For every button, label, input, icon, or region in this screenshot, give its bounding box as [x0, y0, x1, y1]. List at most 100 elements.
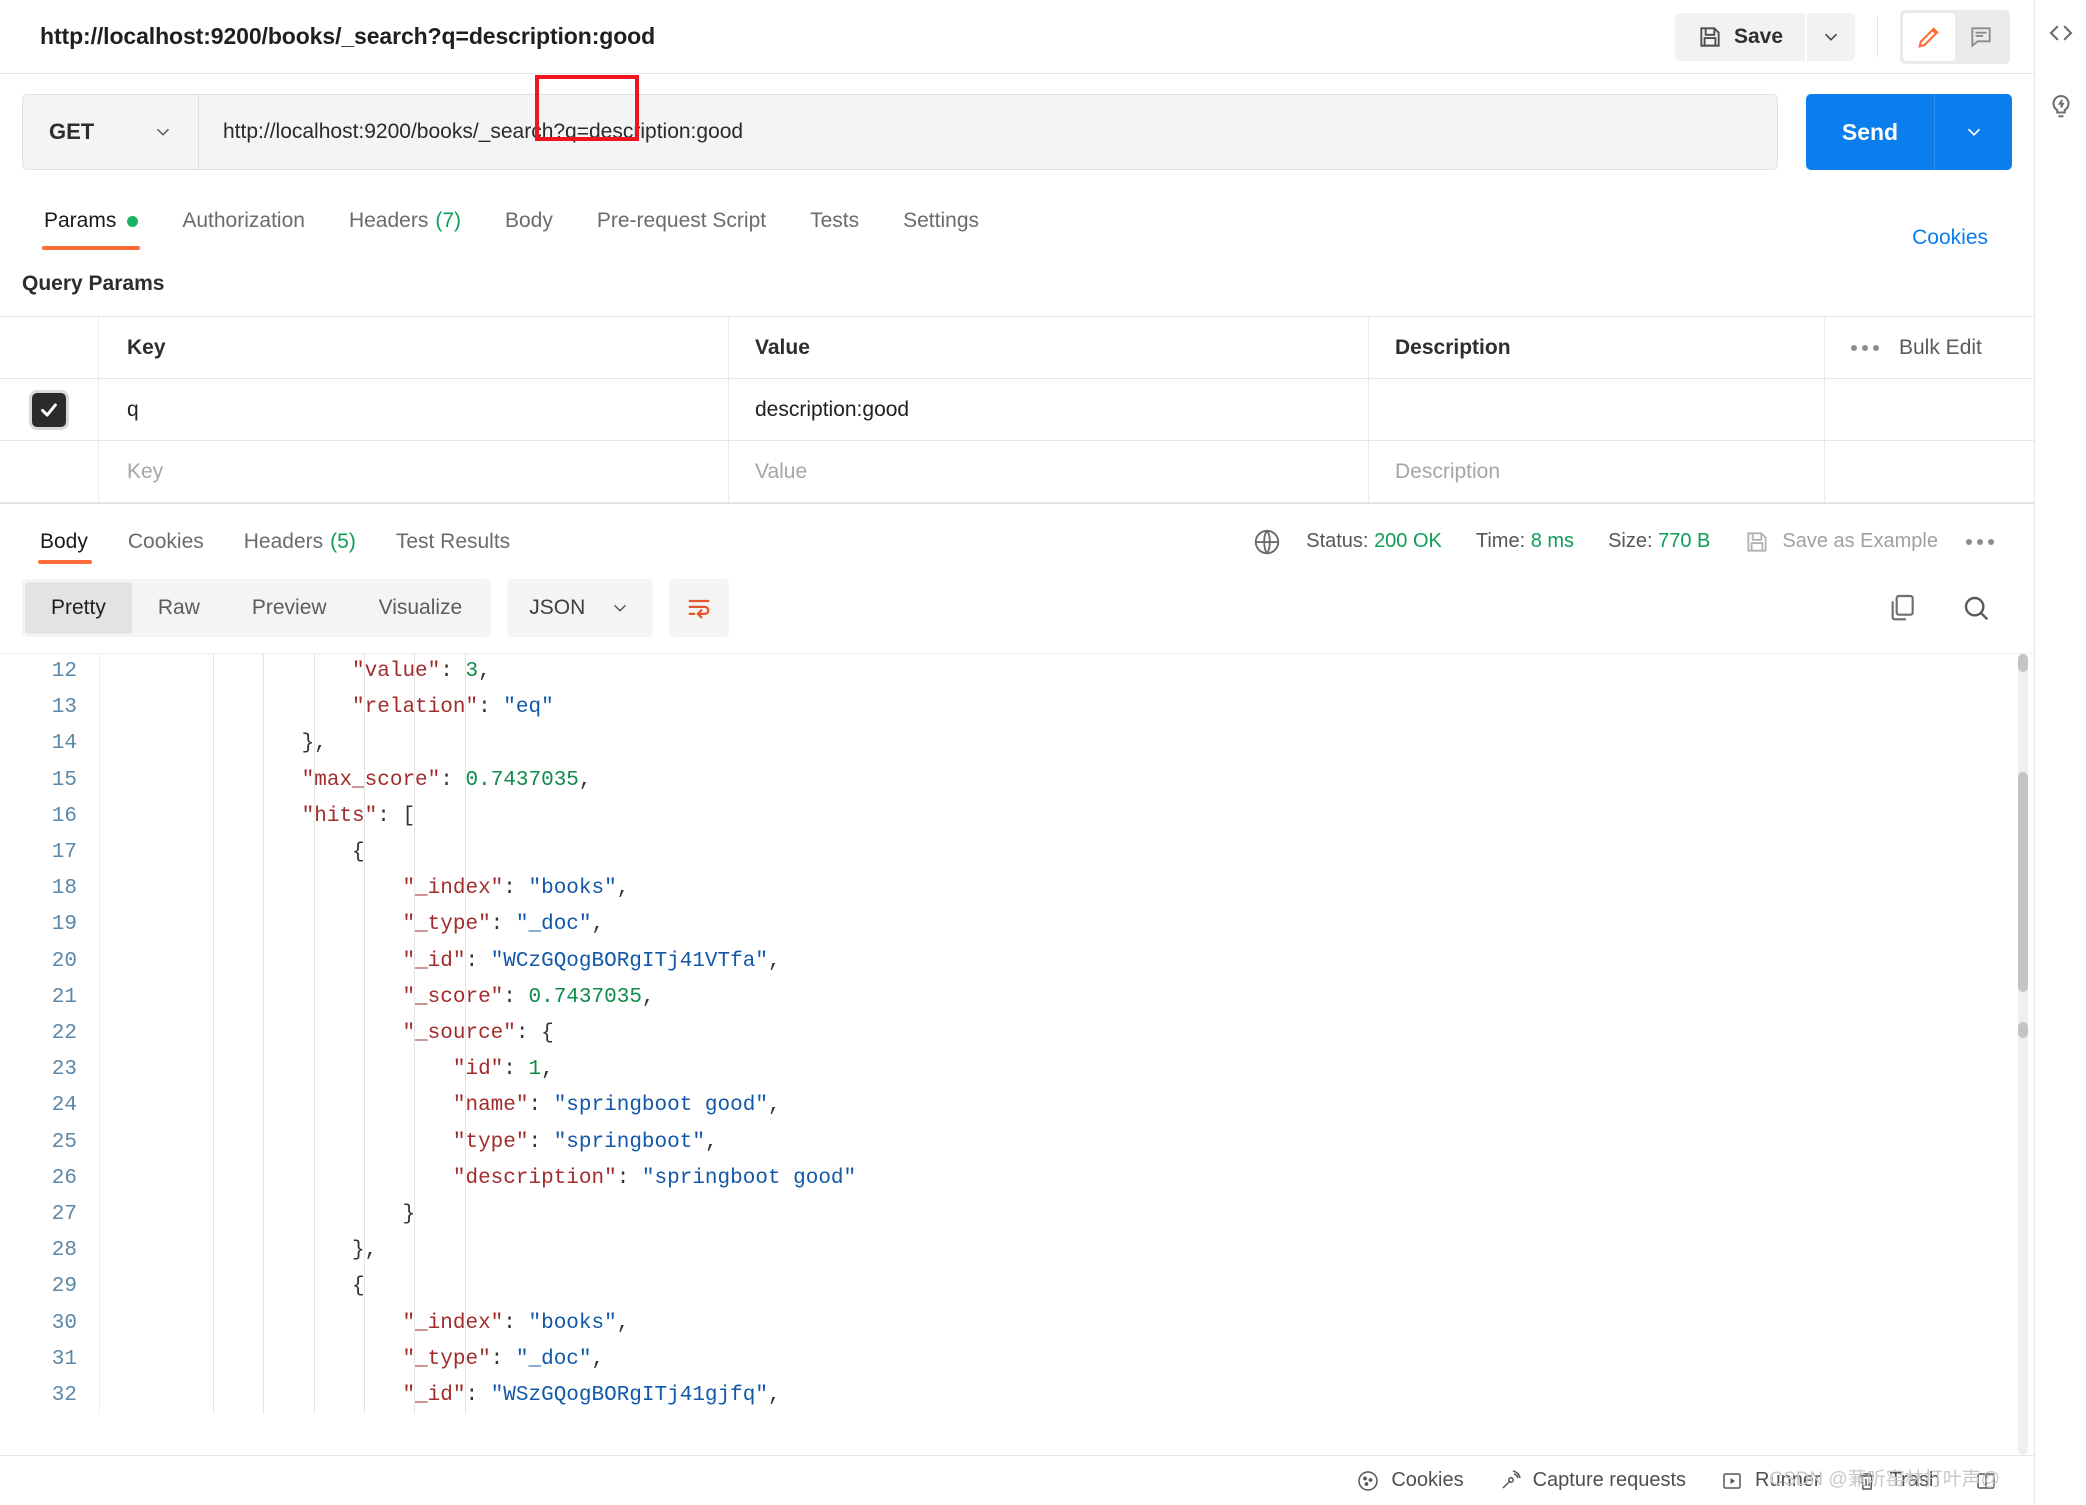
copy-button[interactable] — [1886, 592, 1918, 624]
tab-headers[interactable]: Headers (7) — [327, 192, 483, 250]
url-text: http://localhost:9200/books/_search?q=de… — [223, 120, 743, 144]
row-enabled-checkbox[interactable] — [32, 393, 66, 427]
row-description-input[interactable] — [1368, 379, 1824, 440]
trash-icon — [1855, 1469, 1879, 1493]
tab-headers-label: Headers — [349, 209, 428, 233]
search-icon[interactable] — [1960, 592, 1992, 624]
url-input[interactable]: http://localhost:9200/books/_search?q=de… — [198, 94, 1778, 170]
tab-headers-count: (7) — [435, 209, 461, 233]
view-mode-preview[interactable]: Preview — [226, 582, 353, 634]
edit-button[interactable] — [1903, 13, 1955, 61]
table-row-empty: Key Value Description — [0, 441, 2034, 503]
status-bar-capture-requests[interactable]: Capture requests — [1498, 1469, 1686, 1493]
save-options-button[interactable] — [1807, 13, 1855, 61]
chevron-down-icon — [609, 597, 631, 619]
save-as-example-button[interactable]: Save as Example — [1744, 529, 1938, 555]
status-label: Status: — [1306, 530, 1368, 552]
toolbar-divider — [1877, 17, 1878, 57]
status-bar-layout-button[interactable] — [1974, 1469, 1998, 1493]
http-method-label: GET — [49, 119, 94, 145]
row-checkbox-cell — [0, 379, 98, 440]
view-mode-visualize[interactable]: Visualize — [353, 582, 489, 634]
save-button-label: Save — [1734, 25, 1783, 49]
http-method-select[interactable]: GET — [22, 94, 198, 170]
tab-authorization[interactable]: Authorization — [160, 192, 327, 250]
status-bar-capture-requests-label: Capture requests — [1533, 1469, 1686, 1492]
table-header-row: Key Value Description Bulk Edit — [0, 317, 2034, 379]
bulk-edit-button[interactable]: Bulk Edit — [1899, 336, 1982, 360]
response-tab-cookies[interactable]: Cookies — [108, 504, 224, 580]
line-number: 27 — [0, 1197, 77, 1233]
lightbulb-button[interactable] — [2046, 90, 2076, 120]
response-more-ellipsis-icon[interactable] — [1966, 539, 1994, 545]
indent-guide — [314, 654, 315, 1414]
status-value: 200 OK — [1374, 530, 1442, 552]
empty-row-key-input[interactable]: Key — [98, 441, 728, 502]
code-line: "_source": { — [100, 1016, 2034, 1052]
tab-tests[interactable]: Tests — [788, 192, 881, 250]
row-value-input[interactable]: description:good — [728, 379, 1368, 440]
code-snippet-button[interactable] — [2046, 18, 2076, 48]
send-options-button[interactable] — [1934, 94, 2012, 170]
comment-button[interactable] — [1955, 13, 2007, 61]
send-button[interactable]: Send — [1806, 94, 1934, 170]
empty-row-actions-cell — [1824, 441, 2034, 502]
line-number: 19 — [0, 907, 77, 943]
request-cookies-link[interactable]: Cookies — [1912, 226, 2012, 250]
indent-guide — [465, 654, 466, 1414]
response-tab-body[interactable]: Body — [22, 504, 108, 580]
empty-row-description-input[interactable]: Description — [1368, 441, 1824, 502]
code-line: "_id": "WCzGQogBORgITj41VTfa", — [100, 944, 2034, 980]
floppy-disk-icon — [1744, 529, 1770, 555]
line-number: 30 — [0, 1306, 77, 1342]
request-tabs: Params Authorization Headers (7) Body Pr… — [0, 192, 2034, 250]
line-number: 29 — [0, 1269, 77, 1305]
line-number: 24 — [0, 1088, 77, 1124]
column-header-key: Key — [98, 317, 728, 378]
code-lines: "value": 3, "relation": "eq" }, "max_sco… — [100, 654, 2034, 1414]
url-bar: GET http://localhost:9200/books/_search?… — [0, 74, 2034, 192]
tab-body[interactable]: Body — [483, 192, 575, 250]
chevron-down-icon — [1963, 121, 1985, 143]
line-number: 32 — [0, 1378, 77, 1414]
response-tab-test-results[interactable]: Test Results — [376, 504, 530, 580]
code-line: "value": 3, — [100, 654, 2034, 690]
comment-icon — [1968, 24, 1994, 50]
tab-settings[interactable]: Settings — [881, 192, 1001, 250]
line-number: 12 — [0, 654, 77, 690]
ellipsis-icon[interactable] — [1851, 345, 1879, 351]
status-bar-trash[interactable]: Trash — [1855, 1469, 1940, 1493]
tab-params[interactable]: Params — [22, 192, 160, 250]
view-mode-pretty[interactable]: Pretty — [25, 582, 132, 634]
view-mode-raw[interactable]: Raw — [132, 582, 226, 634]
code-snippet-icon — [2046, 18, 2076, 48]
tab-pre-request-script[interactable]: Pre-request Script — [575, 192, 788, 250]
line-number: 15 — [0, 763, 77, 799]
save-button[interactable]: Save — [1675, 13, 1805, 61]
empty-row-value-input[interactable]: Value — [728, 441, 1368, 502]
response-tab-headers[interactable]: Headers (5) — [224, 504, 376, 580]
response-body-viewer[interactable]: 1213141516171819202122232425262728293031… — [0, 653, 2034, 1455]
code-line: "_score": 0.7437035, — [100, 980, 2034, 1016]
tab-tests-label: Tests — [810, 209, 859, 233]
word-wrap-icon — [685, 594, 713, 622]
play-box-icon — [1720, 1469, 1744, 1493]
row-key-input[interactable]: q — [98, 379, 728, 440]
save-as-example-label: Save as Example — [1782, 530, 1938, 553]
status-bar-runner[interactable]: Runner — [1720, 1469, 1821, 1493]
page-title: http://localhost:9200/books/_search?q=de… — [40, 23, 655, 50]
line-number: 17 — [0, 835, 77, 871]
code-scrollbar-thumb-3[interactable] — [2018, 1022, 2028, 1038]
title-bar: http://localhost:9200/books/_search?q=de… — [0, 0, 2034, 74]
time-badge: Time: 8 ms — [1476, 530, 1574, 553]
status-bar-cookies[interactable]: Cookies — [1356, 1469, 1463, 1493]
response-language-select[interactable]: JSON — [507, 579, 653, 637]
word-wrap-button[interactable] — [669, 579, 729, 637]
code-scrollbar-thumb[interactable] — [2018, 654, 2028, 672]
response-view-modes: Pretty Raw Preview Visualize — [22, 579, 491, 637]
code-line: { — [100, 1269, 2034, 1305]
code-scrollbar-thumb-2[interactable] — [2018, 772, 2028, 992]
line-number: 21 — [0, 980, 77, 1016]
line-number-gutter: 1213141516171819202122232425262728293031… — [0, 654, 100, 1414]
code-line: "_id": "WSzGQogBORgITj41gjfq", — [100, 1378, 2034, 1414]
